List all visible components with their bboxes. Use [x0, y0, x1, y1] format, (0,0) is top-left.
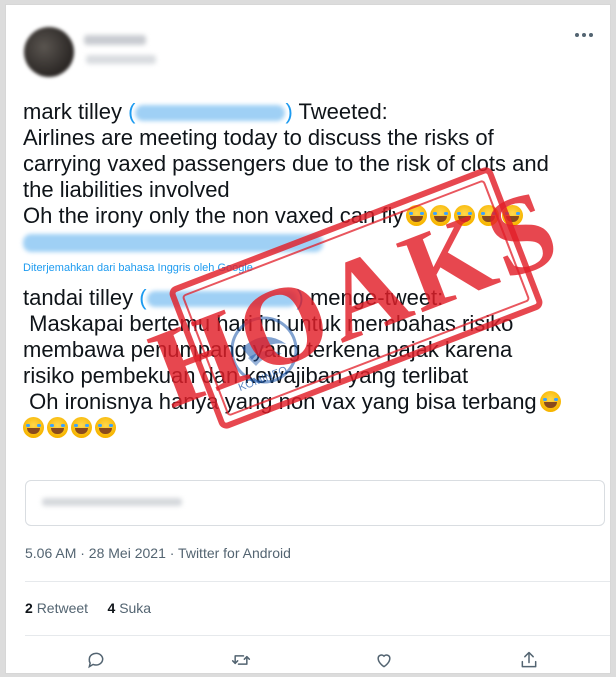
handle-blurred[interactable] [135, 105, 286, 122]
tweet-timestamp[interactable]: 5.06 AM · 28 Mei 2021 · Twitter for Andr… [25, 545, 291, 561]
tweet-line [23, 415, 603, 441]
divider [25, 581, 610, 582]
reply-placeholder-blurred [42, 498, 182, 506]
tweeted-label: Tweeted: [298, 99, 388, 124]
reply-input[interactable] [25, 480, 605, 526]
laughing-crying-emoji-icon [71, 417, 92, 438]
translated-user-name: tandai tilley [23, 285, 134, 310]
laughing-crying-emoji-icon [539, 391, 561, 412]
laughing-crying-emoji-icon [47, 417, 68, 438]
divider [25, 635, 610, 636]
retweet-stat[interactable]: 2 Retweet [25, 600, 88, 616]
action-bar [6, 647, 610, 673]
tweet-stats: 2 Retweet 4 Suka [25, 600, 151, 616]
like-icon[interactable] [371, 647, 397, 673]
share-icon[interactable] [516, 647, 542, 673]
quoted-user-name: mark tilley [23, 99, 123, 124]
like-stat[interactable]: 4 Suka [108, 600, 152, 616]
avatar[interactable] [24, 27, 74, 77]
reply-icon[interactable] [83, 647, 109, 673]
laughing-crying-emoji-icon [23, 417, 44, 438]
tweet-line: Airlines are meeting today to discuss th… [23, 125, 494, 150]
display-name-blurred[interactable] [84, 35, 146, 45]
username-blurred[interactable] [86, 55, 156, 64]
retweet-icon[interactable] [228, 647, 254, 673]
tweet-line: mark tilley () Tweeted: [23, 99, 388, 124]
laughing-crying-emoji-icon [95, 417, 116, 438]
more-icon[interactable] [574, 27, 594, 38]
